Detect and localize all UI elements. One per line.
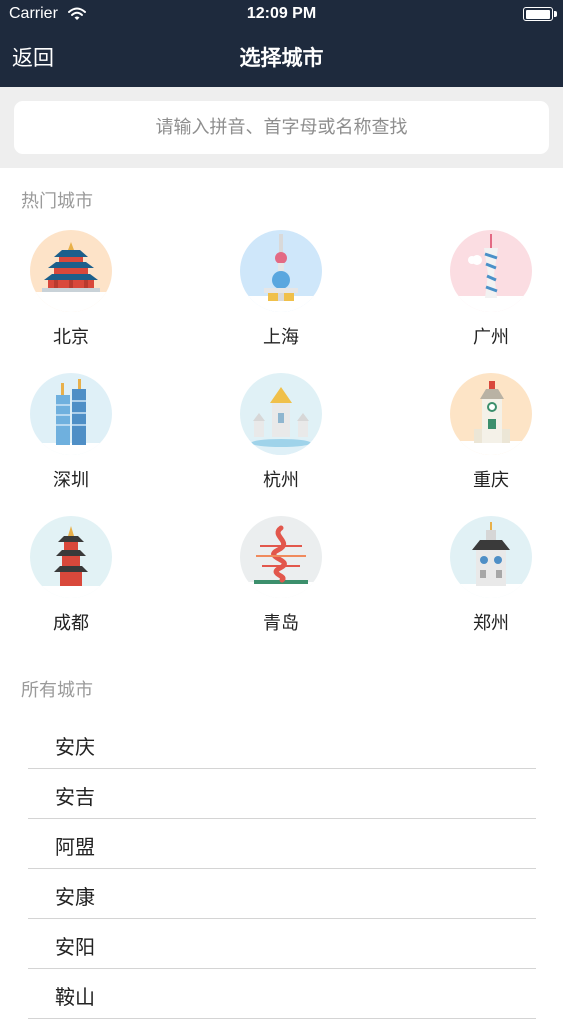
city-list-item[interactable]: 安吉	[28, 769, 536, 819]
hot-city-name: 上海	[263, 327, 299, 348]
hot-city-item[interactable]: 上海	[221, 228, 341, 353]
city-list-label: 安吉	[55, 785, 95, 809]
shenzhen-skyscraper-icon	[30, 373, 112, 455]
city-list-label: 鞍山	[55, 985, 95, 1009]
status-time: 12:09 PM	[246, 5, 317, 22]
hot-cities-title: 热门城市	[21, 191, 93, 212]
chengdu-pagoda-icon	[30, 516, 112, 598]
hot-city-item[interactable]: 深圳	[11, 371, 131, 496]
qingdao-sculpture-icon	[240, 516, 322, 598]
city-list-item[interactable]: 阿盟	[28, 819, 536, 869]
guangzhou-tower-icon	[450, 230, 532, 312]
city-list-label: 安庆	[55, 735, 95, 759]
city-list-item[interactable]: 安康	[28, 869, 536, 919]
nav-bar: 返回 选择城市	[0, 30, 563, 87]
hot-city-name: 重庆	[473, 470, 509, 491]
hot-city-name: 深圳	[53, 470, 89, 491]
city-list-label: 安阳	[55, 935, 95, 959]
zhengzhou-tower-icon	[450, 516, 532, 598]
hot-city-item[interactable]: 北京	[11, 228, 131, 353]
city-list-item[interactable]: 安庆	[28, 719, 536, 769]
hot-city-item[interactable]: 杭州	[221, 371, 341, 496]
hot-city-name: 北京	[53, 327, 89, 348]
hot-city-item[interactable]: 广州	[431, 228, 551, 353]
city-list-label: 阿盟	[55, 835, 95, 859]
shanghai-tower-icon	[240, 230, 322, 312]
page-title: 选择城市	[239, 46, 324, 70]
hangzhou-pavilion-icon	[240, 373, 322, 455]
city-list-item[interactable]: 鞍山	[28, 969, 536, 1019]
hot-city-item[interactable]: 成都	[11, 514, 131, 639]
city-list-item[interactable]: 安阳	[28, 919, 536, 969]
all-cities-list: 安庆安吉阿盟安康安阳鞍山	[28, 719, 536, 1019]
hot-city-name: 青岛	[263, 613, 299, 634]
hot-city-name: 郑州	[473, 613, 509, 634]
city-list-label: 安康	[55, 885, 95, 909]
hot-city-name: 广州	[473, 327, 509, 348]
chongqing-clocktower-icon	[450, 373, 532, 455]
hot-city-item[interactable]: 重庆	[431, 371, 551, 496]
beijing-temple-icon	[30, 230, 112, 312]
hot-city-item[interactable]: 郑州	[431, 514, 551, 639]
search-input[interactable]	[14, 101, 549, 154]
battery-icon	[523, 7, 557, 21]
hot-city-name: 成都	[53, 613, 89, 634]
hot-city-item[interactable]: 青岛	[221, 514, 341, 639]
search-bar	[0, 87, 563, 168]
status-bar: Carrier 12:09 PM	[0, 0, 563, 30]
all-cities-title: 所有城市	[21, 680, 93, 701]
header: Carrier 12:09 PM 返回 选择城市	[0, 0, 563, 87]
hot-city-name: 杭州	[263, 470, 299, 491]
